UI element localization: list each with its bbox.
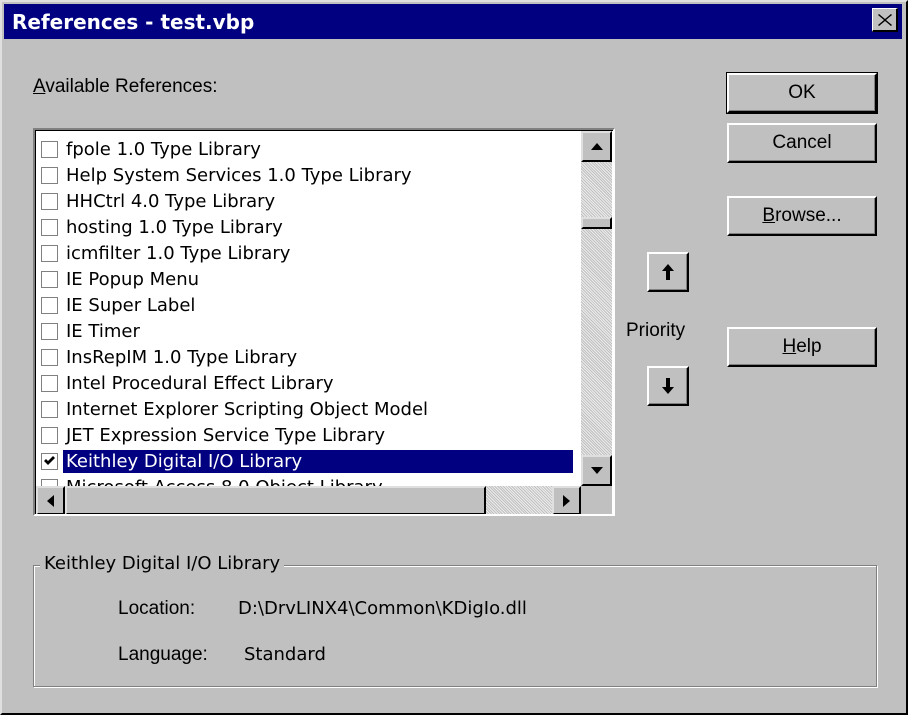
location-label: Location: (118, 598, 196, 619)
reference-checkbox[interactable] (41, 270, 58, 288)
close-button[interactable] (872, 8, 898, 32)
reference-list-item[interactable]: hosting 1.0 Type Library (39, 214, 581, 240)
reference-label: hosting 1.0 Type Library (66, 216, 283, 238)
reference-list-item[interactable]: IE Timer (39, 318, 581, 344)
scroll-left-button[interactable] (36, 486, 65, 514)
horizontal-scrollbar[interactable] (36, 486, 581, 514)
reference-label: Keithley Digital I/O Library (62, 448, 574, 474)
references-listbox[interactable]: fpole 1.0 Type Library Help System Servic… (33, 128, 615, 516)
reference-checkbox[interactable] (41, 348, 58, 366)
title-bar[interactable]: References - test.vbp (4, 4, 902, 39)
vertical-scroll-thumb[interactable] (581, 217, 612, 229)
scroll-down-button[interactable] (581, 455, 612, 486)
help-hotkey: H (782, 336, 797, 357)
reference-checkbox[interactable] (41, 426, 58, 444)
reference-label: Intel Procedural Effect Library (66, 372, 334, 394)
reference-list-item[interactable]: Keithley Digital I/O Library (39, 448, 581, 474)
scroll-up-button[interactable] (581, 131, 612, 162)
reference-list-item[interactable]: InsRepIM 1.0 Type Library (39, 344, 581, 370)
reference-checkbox[interactable] (41, 244, 58, 262)
reference-label: InsRepIM 1.0 Type Library (66, 346, 298, 368)
checkmark-icon (44, 456, 55, 465)
reference-label: JET Expression Service Type Library (66, 424, 386, 446)
reference-checkbox[interactable] (41, 374, 58, 392)
horizontal-scroll-track[interactable] (486, 486, 552, 514)
language-value: Standard (244, 644, 326, 665)
arrow-up-icon (662, 264, 674, 280)
reference-checkbox[interactable] (41, 296, 58, 314)
reference-list-item[interactable]: Internet Explorer Scripting Object Model (39, 396, 581, 422)
reference-checkbox[interactable] (41, 218, 58, 236)
scrollbar-corner (581, 486, 612, 514)
vertical-scrollbar[interactable] (581, 131, 612, 486)
arrow-down-icon (590, 467, 603, 474)
reference-list-item[interactable]: JET Expression Service Type Library (39, 422, 581, 448)
reference-list-item[interactable]: fpole 1.0 Type Library (39, 136, 581, 162)
reference-label: Internet Explorer Scripting Object Model (66, 398, 429, 420)
reference-label: fpole 1.0 Type Library (66, 138, 261, 160)
location-value: D:\DrvLINX4\Common\KDigIo.dll (238, 598, 527, 619)
reference-label: icmfilter 1.0 Type Library (66, 242, 291, 264)
reference-checkbox[interactable] (41, 400, 58, 418)
priority-up-button[interactable] (647, 252, 689, 292)
arrow-up-icon (590, 143, 603, 150)
ok-button-label: OK (788, 82, 816, 103)
available-label-hotkey: A (33, 76, 46, 97)
help-button-label: elp (796, 336, 822, 357)
reference-list-item[interactable]: HHCtrl 4.0 Type Library (39, 188, 581, 214)
reference-label: IE Timer (66, 320, 140, 342)
vertical-scroll-track[interactable] (581, 162, 612, 455)
browse-button[interactable]: Browse... (727, 196, 877, 236)
reference-checkbox[interactable] (41, 192, 58, 210)
reference-label: IE Super Label (66, 294, 196, 316)
arrow-down-icon (662, 378, 674, 394)
cancel-button[interactable]: Cancel (727, 123, 877, 163)
help-button[interactable]: Help (727, 327, 877, 367)
reference-checkbox[interactable] (41, 452, 58, 470)
cancel-button-label: Cancel (772, 132, 832, 153)
arrow-left-icon (47, 494, 54, 507)
priority-down-button[interactable] (647, 366, 689, 406)
priority-label: Priority (626, 320, 686, 341)
reference-label: IE Popup Menu (66, 268, 200, 290)
window-title: References - test.vbp (12, 10, 255, 34)
reference-list-item[interactable]: IE Popup Menu (39, 266, 581, 292)
scroll-right-button[interactable] (552, 486, 581, 514)
reference-list-item[interactable]: Intel Procedural Effect Library (39, 370, 581, 396)
reference-checkbox[interactable] (41, 322, 58, 340)
reference-checkbox[interactable] (41, 166, 58, 184)
browse-hotkey: B (762, 205, 776, 226)
available-references-label: Available References: (33, 76, 218, 98)
reference-list-item[interactable]: icmfilter 1.0 Type Library (39, 240, 581, 266)
reference-label: Help System Services 1.0 Type Library (66, 164, 412, 186)
ok-button[interactable]: OK (726, 72, 878, 114)
arrow-right-icon (563, 494, 570, 507)
browse-button-label: rowse... (775, 205, 842, 226)
language-label: Language: (118, 644, 208, 665)
reference-checkbox[interactable] (41, 140, 58, 158)
reference-list-item[interactable]: IE Super Label (39, 292, 581, 318)
reference-label: HHCtrl 4.0 Type Library (66, 190, 276, 212)
reference-details-group (33, 565, 877, 687)
available-label-rest: vailable References: (45, 76, 218, 97)
reference-list-item[interactable]: Help System Services 1.0 Type Library (39, 162, 581, 188)
group-title: Keithley Digital I/O Library (40, 553, 285, 574)
close-icon (877, 13, 892, 26)
horizontal-scroll-thumb[interactable] (65, 486, 486, 514)
references-list: fpole 1.0 Type Library Help System Servic… (39, 136, 581, 500)
